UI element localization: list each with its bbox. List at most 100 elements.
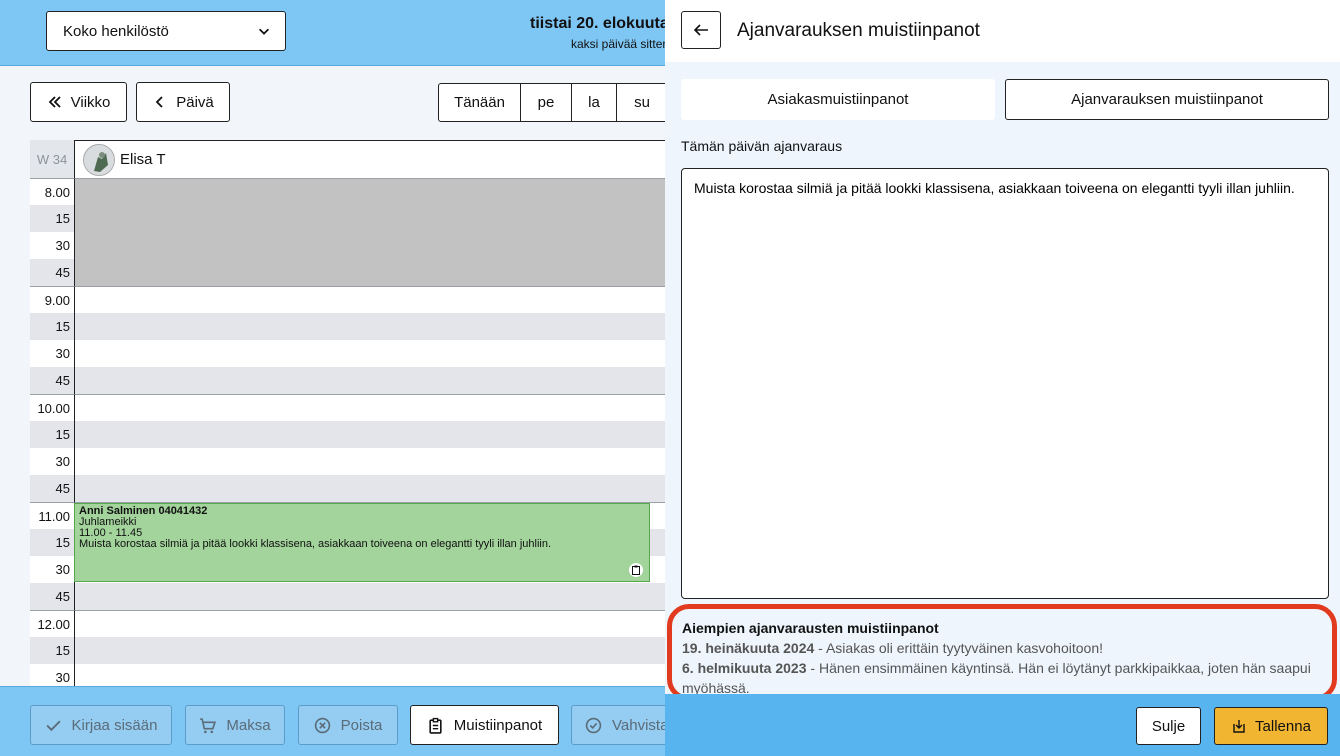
save-label: Tallenna bbox=[1255, 717, 1311, 735]
time-label: 15 bbox=[30, 529, 74, 556]
back-button[interactable] bbox=[681, 11, 721, 49]
day-button-sun[interactable]: su bbox=[617, 84, 665, 121]
notes-button[interactable]: Muistiinpanot bbox=[410, 705, 559, 745]
time-slot[interactable] bbox=[74, 232, 665, 259]
top-bar: Koko henkilöstö tiistai 20. elokuuta kak… bbox=[0, 0, 665, 66]
appointment-service: Juhlameikki bbox=[79, 516, 137, 528]
prev-day-label: Päivä bbox=[176, 93, 214, 111]
calendar-app: Koko henkilöstö tiistai 20. elokuuta kak… bbox=[0, 0, 665, 756]
time-row: 15 bbox=[30, 421, 665, 448]
time-label: 30 bbox=[30, 556, 74, 583]
confirm-button[interactable]: Vahvista bbox=[571, 705, 665, 745]
arrow-left-icon bbox=[693, 24, 708, 36]
checkin-button[interactable]: Kirjaa sisään bbox=[30, 705, 172, 745]
time-label: 30 bbox=[30, 340, 74, 367]
time-label: 8.00 bbox=[30, 178, 74, 205]
time-row: 15 bbox=[30, 313, 665, 340]
avatar bbox=[83, 143, 115, 176]
delete-button[interactable]: Poista bbox=[298, 705, 398, 745]
day-button-sat[interactable]: la bbox=[572, 84, 617, 121]
prev-day-button[interactable]: Päivä bbox=[136, 82, 230, 122]
panel-header: Ajanvarauksen muistiinpanot bbox=[665, 0, 1340, 62]
time-label: 15 bbox=[30, 313, 74, 340]
time-slot[interactable] bbox=[74, 475, 665, 502]
clipboard-icon bbox=[429, 717, 442, 734]
action-bar: Kirjaa sisään Maksa Poista Muistiinpanot… bbox=[0, 686, 665, 756]
clipboard-icon bbox=[629, 563, 643, 577]
previous-notes-title: Aiempien ajanvarausten muistiinpanot bbox=[682, 620, 939, 636]
panel-title: Ajanvarauksen muistiinpanot bbox=[737, 20, 980, 41]
time-label: 10.00 bbox=[30, 394, 74, 421]
time-slot[interactable] bbox=[74, 448, 665, 475]
close-button[interactable]: Sulje bbox=[1136, 707, 1201, 745]
time-row: 15 bbox=[30, 205, 665, 232]
confirm-label: Vahvista bbox=[612, 716, 665, 734]
time-slot[interactable] bbox=[74, 205, 665, 232]
time-label: 30 bbox=[30, 448, 74, 475]
time-slot[interactable] bbox=[74, 583, 665, 610]
date-subtitle: kaksi päivää sitten bbox=[571, 37, 665, 51]
previous-note-date: 6. helmikuuta 2023 bbox=[682, 660, 807, 676]
time-row: 9.00 bbox=[30, 286, 665, 313]
pay-label: Maksa bbox=[226, 716, 271, 734]
time-label: 45 bbox=[30, 475, 74, 502]
today-button[interactable]: Tänään bbox=[439, 84, 521, 121]
previous-note-date: 19. heinäkuuta 2024 bbox=[682, 640, 815, 656]
time-row: 30 bbox=[30, 340, 665, 367]
time-slot[interactable] bbox=[74, 367, 665, 394]
time-slot[interactable] bbox=[74, 259, 665, 286]
time-slot[interactable] bbox=[74, 286, 665, 313]
time-rows: 8.00 15 30 45 9.00 15 30 45 10.00 15 30 45 11.00 15 30… bbox=[30, 178, 665, 691]
time-label: 45 bbox=[30, 367, 74, 394]
time-row: 45 bbox=[30, 259, 665, 286]
chevron-down-icon bbox=[259, 28, 269, 35]
time-row: 30 bbox=[30, 232, 665, 259]
time-slot[interactable] bbox=[74, 178, 665, 205]
appointment-customer: Anni Salminen 04041432 bbox=[79, 505, 208, 517]
staff-name: Elisa T bbox=[120, 151, 166, 168]
time-label: 11.00 bbox=[30, 502, 74, 529]
day-button-fri[interactable]: pe bbox=[521, 84, 572, 121]
save-icon bbox=[1233, 720, 1245, 733]
time-slot[interactable] bbox=[74, 394, 665, 421]
delete-label: Poista bbox=[340, 716, 383, 734]
appointment-note: Muista korostaa silmiä ja pitää lookki k… bbox=[79, 538, 552, 550]
previous-note-text: - Asiakas oli erittäin tyytyväinen kasvo… bbox=[814, 640, 1103, 656]
time-label: 15 bbox=[30, 637, 74, 664]
tab-booking-notes[interactable]: Ajanvarauksen muistiinpanot bbox=[1005, 79, 1329, 120]
check-circle-icon bbox=[585, 717, 602, 733]
staff-column-header[interactable]: Elisa T bbox=[74, 140, 665, 178]
check-icon bbox=[45, 720, 61, 731]
time-slot[interactable] bbox=[74, 313, 665, 340]
tab-customer-notes[interactable]: Asiakasmuistiinpanot bbox=[681, 79, 995, 120]
time-label: 9.00 bbox=[30, 286, 74, 313]
time-label: 12.00 bbox=[30, 610, 74, 637]
day-switcher: Tänään pe la su bbox=[438, 83, 665, 122]
save-button[interactable]: Tallenna bbox=[1214, 707, 1328, 745]
booking-notes-textarea[interactable] bbox=[681, 168, 1329, 599]
time-row: 10.00 bbox=[30, 394, 665, 421]
time-label: 30 bbox=[30, 232, 74, 259]
time-slot[interactable] bbox=[74, 340, 665, 367]
time-row: 15 bbox=[30, 637, 665, 664]
time-row: 45 bbox=[30, 583, 665, 610]
time-row: 30 bbox=[30, 448, 665, 475]
time-slot[interactable] bbox=[74, 637, 665, 664]
prev-week-button[interactable]: Viikko bbox=[30, 82, 127, 122]
section-label: Tämän päivän ajanvaraus bbox=[681, 138, 843, 154]
time-row: 12.00 bbox=[30, 610, 665, 637]
notes-label: Muistiinpanot bbox=[453, 716, 543, 734]
staff-select[interactable]: Koko henkilöstö bbox=[46, 11, 286, 51]
notes-panel: Ajanvarauksen muistiinpanot Asiakasmuist… bbox=[665, 0, 1340, 756]
pay-button[interactable]: Maksa bbox=[185, 705, 285, 745]
date-title: tiistai 20. elokuuta bbox=[530, 15, 665, 32]
close-circle-icon bbox=[314, 717, 330, 733]
time-slot[interactable] bbox=[74, 610, 665, 637]
appointment-card[interactable]: Anni Salminen 04041432 Juhlameikki 11.00… bbox=[74, 503, 650, 582]
cart-icon bbox=[200, 717, 217, 733]
prev-week-label: Viikko bbox=[70, 93, 111, 111]
chevron-left-icon bbox=[155, 96, 163, 108]
time-label: 15 bbox=[30, 205, 74, 232]
time-slot[interactable] bbox=[74, 421, 665, 448]
time-label: 45 bbox=[30, 583, 74, 610]
